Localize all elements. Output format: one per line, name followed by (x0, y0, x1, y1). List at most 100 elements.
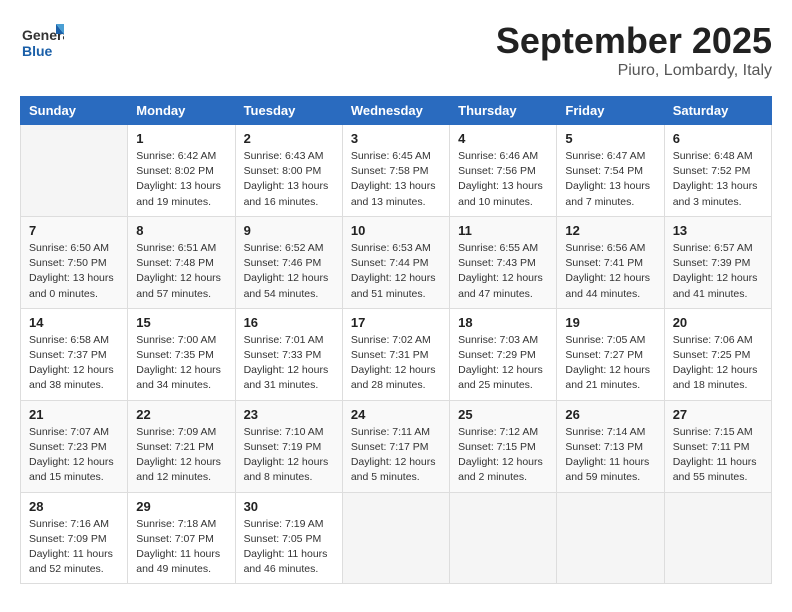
column-header-tuesday: Tuesday (235, 97, 342, 125)
column-header-monday: Monday (128, 97, 235, 125)
calendar-cell (664, 492, 771, 584)
day-number: 27 (673, 407, 763, 422)
calendar-header-row: SundayMondayTuesdayWednesdayThursdayFrid… (21, 97, 772, 125)
day-number: 22 (136, 407, 226, 422)
day-number: 2 (244, 131, 334, 146)
calendar-week-row: 14 Sunrise: 6:58 AM Sunset: 7:37 PM Dayli… (21, 308, 772, 400)
day-number: 3 (351, 131, 441, 146)
day-info: Sunrise: 7:02 AM Sunset: 7:31 PM Dayligh… (351, 333, 441, 394)
calendar-cell: 22 Sunrise: 7:09 AM Sunset: 7:21 PM Dayli… (128, 400, 235, 492)
day-info: Sunrise: 6:50 AM Sunset: 7:50 PM Dayligh… (29, 241, 119, 302)
calendar-cell: 9 Sunrise: 6:52 AM Sunset: 7:46 PM Daylig… (235, 216, 342, 308)
day-info: Sunrise: 6:45 AM Sunset: 7:58 PM Dayligh… (351, 149, 441, 210)
day-info: Sunrise: 6:47 AM Sunset: 7:54 PM Dayligh… (565, 149, 655, 210)
day-number: 6 (673, 131, 763, 146)
day-info: Sunrise: 7:12 AM Sunset: 7:15 PM Dayligh… (458, 425, 548, 486)
day-info: Sunrise: 6:55 AM Sunset: 7:43 PM Dayligh… (458, 241, 548, 302)
day-number: 4 (458, 131, 548, 146)
day-info: Sunrise: 6:58 AM Sunset: 7:37 PM Dayligh… (29, 333, 119, 394)
calendar-cell: 10Sunrise: 6:53 AM Sunset: 7:44 PM Dayli… (342, 216, 449, 308)
day-info: Sunrise: 7:05 AM Sunset: 7:27 PM Dayligh… (565, 333, 655, 394)
day-number: 9 (244, 223, 334, 238)
day-info: Sunrise: 7:09 AM Sunset: 7:21 PM Dayligh… (136, 425, 226, 486)
day-number: 14 (29, 315, 119, 330)
column-header-wednesday: Wednesday (342, 97, 449, 125)
column-header-friday: Friday (557, 97, 664, 125)
day-number: 7 (29, 223, 119, 238)
calendar-cell: 5 Sunrise: 6:47 AM Sunset: 7:54 PM Daylig… (557, 125, 664, 217)
day-number: 8 (136, 223, 226, 238)
calendar-cell (450, 492, 557, 584)
svg-text:Blue: Blue (22, 43, 53, 59)
month-title: September 2025 (496, 20, 772, 62)
title-block: September 2025 Piuro, Lombardy, Italy (496, 20, 772, 80)
calendar-cell: 15Sunrise: 7:00 AM Sunset: 7:35 PM Dayli… (128, 308, 235, 400)
calendar-cell: 29 Sunrise: 7:18 AM Sunset: 7:07 PM Dayli… (128, 492, 235, 584)
day-info: Sunrise: 6:57 AM Sunset: 7:39 PM Dayligh… (673, 241, 763, 302)
day-info: Sunrise: 6:56 AM Sunset: 7:41 PM Dayligh… (565, 241, 655, 302)
calendar-cell: 13 Sunrise: 6:57 AM Sunset: 7:39 PM Dayli… (664, 216, 771, 308)
day-number: 29 (136, 499, 226, 514)
calendar-cell: 17Sunrise: 7:02 AM Sunset: 7:31 PM Dayli… (342, 308, 449, 400)
day-number: 26 (565, 407, 655, 422)
day-number: 10 (351, 223, 441, 238)
calendar-cell: 18 Sunrise: 7:03 AM Sunset: 7:29 PM Dayli… (450, 308, 557, 400)
calendar-cell: 6 Sunrise: 6:48 AM Sunset: 7:52 PM Daylig… (664, 125, 771, 217)
day-number: 18 (458, 315, 548, 330)
day-info: Sunrise: 7:14 AM Sunset: 7:13 PM Dayligh… (565, 425, 655, 486)
location: Piuro, Lombardy, Italy (496, 62, 772, 80)
calendar-cell: 3 Sunrise: 6:45 AM Sunset: 7:58 PM Daylig… (342, 125, 449, 217)
calendar-cell: 30 Sunrise: 7:19 AM Sunset: 7:05 PM Dayli… (235, 492, 342, 584)
day-info: Sunrise: 7:19 AM Sunset: 7:05 PM Dayligh… (244, 517, 334, 578)
day-number: 16 (244, 315, 334, 330)
calendar-week-row: 7 Sunrise: 6:50 AM Sunset: 7:50 PM Daylig… (21, 216, 772, 308)
day-info: Sunrise: 7:07 AM Sunset: 7:23 PM Dayligh… (29, 425, 119, 486)
calendar-cell (342, 492, 449, 584)
day-info: Sunrise: 6:52 AM Sunset: 7:46 PM Dayligh… (244, 241, 334, 302)
calendar-cell: 25 Sunrise: 7:12 AM Sunset: 7:15 PM Dayli… (450, 400, 557, 492)
calendar-cell: 28 Sunrise: 7:16 AM Sunset: 7:09 PM Dayli… (21, 492, 128, 584)
calendar-cell: 21 Sunrise: 7:07 AM Sunset: 7:23 PM Dayli… (21, 400, 128, 492)
day-info: Sunrise: 7:06 AM Sunset: 7:25 PM Dayligh… (673, 333, 763, 394)
day-number: 28 (29, 499, 119, 514)
calendar-cell: 26 Sunrise: 7:14 AM Sunset: 7:13 PM Dayli… (557, 400, 664, 492)
calendar-cell: 24 Sunrise: 7:11 AM Sunset: 7:17 PM Dayli… (342, 400, 449, 492)
day-info: Sunrise: 6:48 AM Sunset: 7:52 PM Dayligh… (673, 149, 763, 210)
page-header: General Blue September 2025 Piuro, Lomba… (20, 20, 772, 80)
column-header-thursday: Thursday (450, 97, 557, 125)
day-info: Sunrise: 7:00 AM Sunset: 7:35 PM Dayligh… (136, 333, 226, 394)
calendar-cell: 23Sunrise: 7:10 AM Sunset: 7:19 PM Dayli… (235, 400, 342, 492)
calendar-cell: 19 Sunrise: 7:05 AM Sunset: 7:27 PM Dayli… (557, 308, 664, 400)
day-number: 1 (136, 131, 226, 146)
day-info: Sunrise: 7:11 AM Sunset: 7:17 PM Dayligh… (351, 425, 441, 486)
day-number: 30 (244, 499, 334, 514)
day-number: 13 (673, 223, 763, 238)
day-number: 23 (244, 407, 334, 422)
calendar-cell: 7 Sunrise: 6:50 AM Sunset: 7:50 PM Daylig… (21, 216, 128, 308)
calendar-cell: 27Sunrise: 7:15 AM Sunset: 7:11 PM Dayli… (664, 400, 771, 492)
day-info: Sunrise: 7:03 AM Sunset: 7:29 PM Dayligh… (458, 333, 548, 394)
calendar-cell: 4 Sunrise: 6:46 AM Sunset: 7:56 PM Daylig… (450, 125, 557, 217)
logo-icon: General Blue (20, 20, 64, 64)
calendar-cell: 11 Sunrise: 6:55 AM Sunset: 7:43 PM Dayli… (450, 216, 557, 308)
day-info: Sunrise: 7:16 AM Sunset: 7:09 PM Dayligh… (29, 517, 119, 578)
calendar-cell: 12Sunrise: 6:56 AM Sunset: 7:41 PM Dayli… (557, 216, 664, 308)
calendar-week-row: 28 Sunrise: 7:16 AM Sunset: 7:09 PM Dayli… (21, 492, 772, 584)
column-header-sunday: Sunday (21, 97, 128, 125)
day-number: 11 (458, 223, 548, 238)
day-info: Sunrise: 6:42 AM Sunset: 8:02 PM Dayligh… (136, 149, 226, 210)
day-number: 25 (458, 407, 548, 422)
calendar-cell (21, 125, 128, 217)
day-info: Sunrise: 6:46 AM Sunset: 7:56 PM Dayligh… (458, 149, 548, 210)
day-number: 21 (29, 407, 119, 422)
day-number: 19 (565, 315, 655, 330)
calendar-cell: 8Sunrise: 6:51 AM Sunset: 7:48 PM Daylig… (128, 216, 235, 308)
calendar-week-row: 21 Sunrise: 7:07 AM Sunset: 7:23 PM Dayli… (21, 400, 772, 492)
day-info: Sunrise: 7:18 AM Sunset: 7:07 PM Dayligh… (136, 517, 226, 578)
column-header-saturday: Saturday (664, 97, 771, 125)
day-number: 5 (565, 131, 655, 146)
calendar-cell (557, 492, 664, 584)
calendar-table: SundayMondayTuesdayWednesdayThursdayFrid… (20, 96, 772, 584)
calendar-week-row: 1 Sunrise: 6:42 AM Sunset: 8:02 PM Daylig… (21, 125, 772, 217)
day-number: 24 (351, 407, 441, 422)
